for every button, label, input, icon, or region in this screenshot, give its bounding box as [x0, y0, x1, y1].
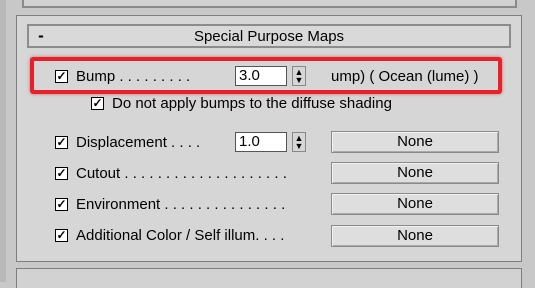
additional-color-label: Additional Color / Self illum. . . .	[76, 226, 285, 244]
cutout-map-button[interactable]: None	[331, 162, 499, 184]
previous-rollout-bottom	[22, 0, 517, 8]
no-diffuse-bump-row: ✓ Do not apply bumps to the diffuse shad…	[91, 91, 392, 115]
displacement-label: Displacement . . . .	[76, 133, 201, 151]
cutout-row: ✓ Cutout . . . . . . . . . . . . . . . .…	[55, 161, 287, 185]
special-purpose-maps-rollout: - Special Purpose Maps ✓ Bump . . . . . …	[16, 15, 522, 262]
bump-highlight-annotation	[30, 57, 502, 94]
environment-label: Environment . . . . . . . . . . . . . . …	[76, 195, 286, 213]
additional-color-row: ✓ Additional Color / Self illum. . . .	[55, 223, 284, 247]
left-panel-edge	[0, 0, 6, 282]
cutout-label: Cutout . . . . . . . . . . . . . . . . .…	[76, 164, 287, 182]
displacement-value-field[interactable]: 1.0	[235, 132, 287, 152]
collapse-toggle[interactable]: -	[29, 26, 53, 46]
rollout-title: Special Purpose Maps	[193, 27, 345, 45]
additional-color-map-button[interactable]: None	[331, 225, 499, 247]
displacement-checkbox[interactable]: ✓	[55, 135, 68, 149]
environment-checkbox[interactable]: ✓	[55, 197, 68, 211]
environment-row: ✓ Environment . . . . . . . . . . . . . …	[55, 192, 285, 216]
displacement-map-button[interactable]: None	[331, 131, 499, 153]
no-diffuse-bump-checkbox[interactable]: ✓	[91, 96, 104, 110]
next-rollout-top	[16, 268, 522, 288]
spinner-arrows-icon[interactable]: ▲ ▼	[292, 132, 306, 152]
cutout-checkbox[interactable]: ✓	[55, 166, 68, 180]
displacement-row: ✓ Displacement . . . .	[55, 130, 200, 154]
rollout-header[interactable]: - Special Purpose Maps	[27, 24, 511, 48]
additional-color-checkbox[interactable]: ✓	[55, 228, 68, 242]
no-diffuse-bump-label: Do not apply bumps to the diffuse shadin…	[112, 94, 392, 112]
environment-map-button[interactable]: None	[331, 193, 499, 215]
